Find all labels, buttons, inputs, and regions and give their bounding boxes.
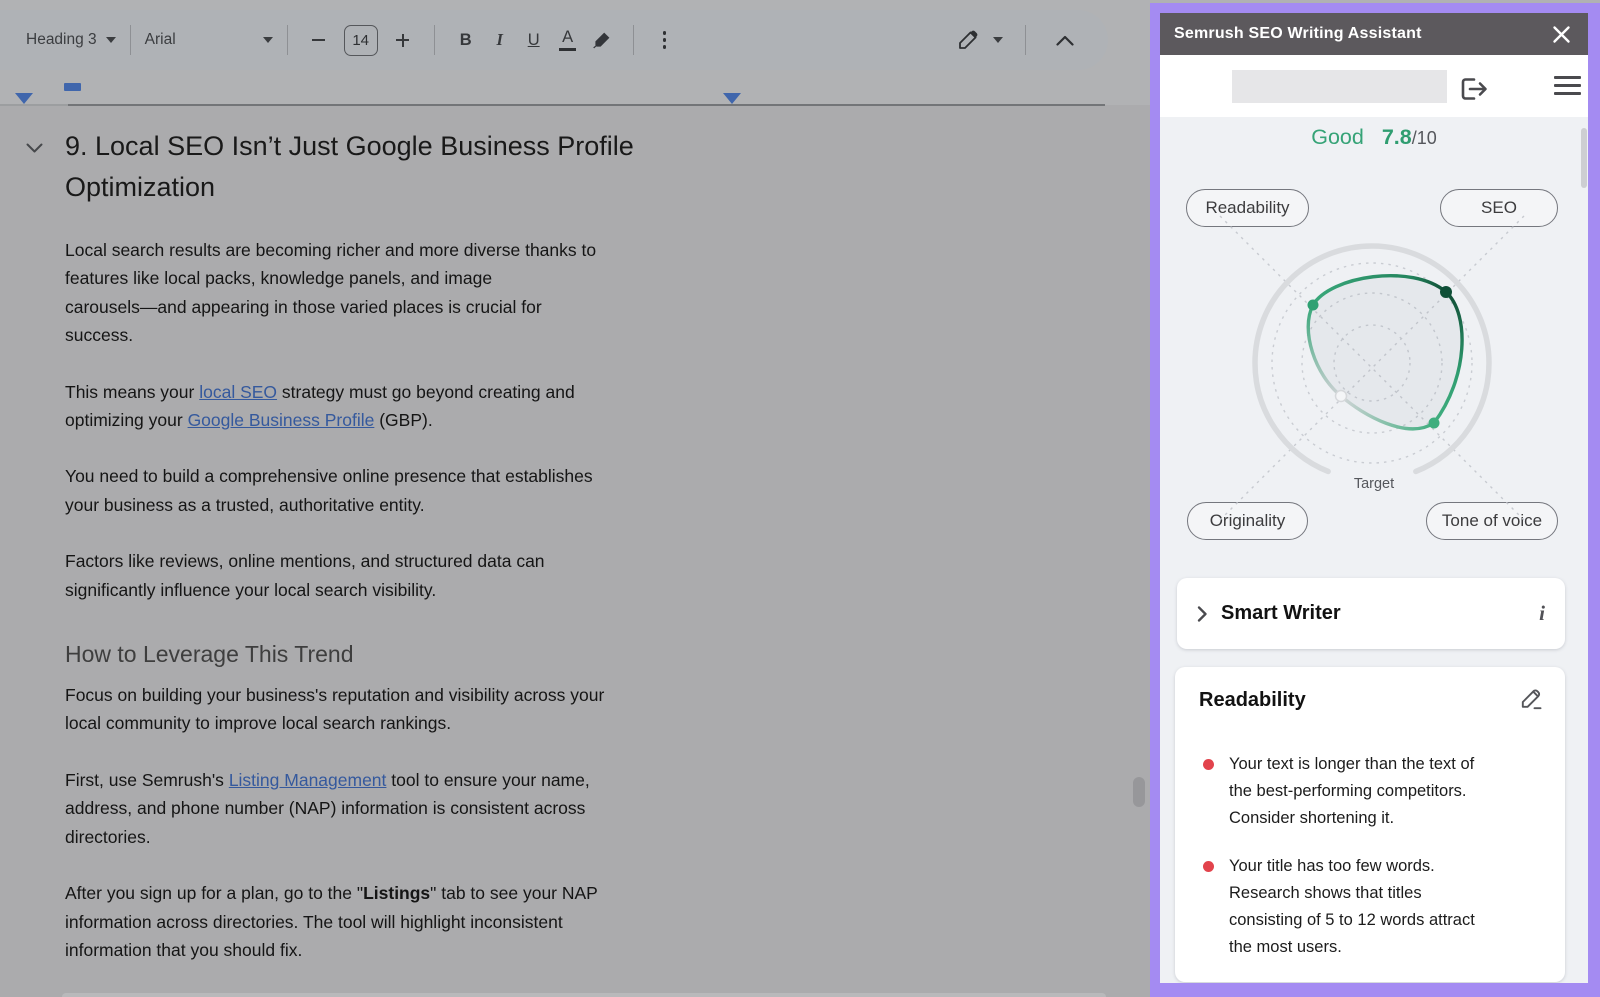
doc-paragraph: Local search results are becoming richer… xyxy=(65,236,755,350)
originality-dot xyxy=(1336,391,1347,402)
menu-button[interactable] xyxy=(1554,76,1581,95)
docs-toolbar: Heading 3 Arial 14 B I U A xyxy=(0,10,1108,70)
kebab-menu-icon xyxy=(648,31,682,49)
highlight-button[interactable] xyxy=(585,23,619,57)
readability-card-title: Readability xyxy=(1199,689,1306,712)
document-scrollbar[interactable] xyxy=(1133,777,1145,807)
chevron-down-icon xyxy=(26,143,43,154)
plus-icon xyxy=(396,34,409,47)
right-indent-marker[interactable] xyxy=(723,93,741,104)
document-title-redacted xyxy=(1232,70,1447,103)
close-button[interactable] xyxy=(1548,21,1574,47)
toolbar-divider xyxy=(287,25,288,55)
panel-toolrow xyxy=(1160,55,1588,117)
doc-paragraph: Factors like reviews, online mentions, a… xyxy=(65,547,755,604)
pencil-icon xyxy=(1519,687,1543,711)
score-label: Good xyxy=(1311,125,1364,149)
google-business-profile-link[interactable]: Google Business Profile xyxy=(188,410,375,430)
document-text[interactable]: 9. Local SEO Isn’t Just Google Business … xyxy=(65,118,755,964)
italic-button[interactable]: I xyxy=(483,23,517,57)
chevron-down-icon xyxy=(106,37,116,43)
chevron-down-icon xyxy=(993,37,1003,43)
hamburger-icon xyxy=(1554,76,1581,79)
tone-of-voice-dot xyxy=(1429,418,1440,429)
chevron-up-icon xyxy=(1056,35,1074,46)
hide-menus-button[interactable] xyxy=(1048,23,1082,57)
heading-collapse-control[interactable] xyxy=(26,141,43,159)
paragraph-style-value: Heading 3 xyxy=(26,31,97,49)
doc-paragraph: Focus on building your business's reputa… xyxy=(65,681,755,738)
panel-scrollbar[interactable] xyxy=(1581,128,1587,188)
ruler-line xyxy=(68,104,1105,106)
text-color-icon: A xyxy=(559,29,576,51)
ruler-line xyxy=(0,104,68,106)
overall-score: Good 7.8/10 xyxy=(1160,125,1588,150)
pen-icon xyxy=(957,29,979,51)
listing-management-link[interactable]: Listing Management xyxy=(229,770,387,790)
panel-title: Semrush SEO Writing Assistant xyxy=(1174,25,1422,43)
font-value: Arial xyxy=(145,31,176,49)
export-button[interactable] xyxy=(1460,77,1490,99)
local-seo-link[interactable]: local SEO xyxy=(199,382,277,402)
paragraph-style-selector[interactable]: Heading 3 xyxy=(26,31,116,49)
semrush-panel: Semrush SEO Writing Assistant xyxy=(1160,13,1588,983)
panel-body: Good 7.8/10 Readability SEO Originality … xyxy=(1160,117,1588,983)
export-icon xyxy=(1460,77,1490,101)
doc-paragraph: First, use Semrush's Listing Management … xyxy=(65,766,755,851)
doc-paragraph: You need to build a comprehensive online… xyxy=(65,462,755,519)
chevron-right-icon xyxy=(1197,606,1207,622)
readability-dot xyxy=(1308,300,1319,311)
score-wheel-chart: Target xyxy=(1212,208,1532,528)
doc-paragraph: This means your local SEO strategy must … xyxy=(65,378,755,435)
font-size-increase-button[interactable] xyxy=(386,23,420,57)
toolbar-divider xyxy=(434,25,435,55)
close-icon xyxy=(1552,25,1571,44)
doc-paragraph: After you sign up for a plan, go to the … xyxy=(65,879,755,964)
score-denominator: /10 xyxy=(1412,128,1437,148)
underline-button[interactable]: U xyxy=(517,23,551,57)
highlighter-icon xyxy=(592,30,612,50)
info-icon[interactable]: i xyxy=(1539,601,1545,626)
semrush-panel-highlight-border: Semrush SEO Writing Assistant xyxy=(1150,3,1600,997)
bold-button[interactable]: B xyxy=(449,23,483,57)
readability-card: Readability Your text is longer than the… xyxy=(1175,667,1565,982)
docs-editor: Heading 3 Arial 14 B I U A xyxy=(0,0,1150,997)
editing-mode-selector[interactable] xyxy=(957,29,1003,51)
score-value: 7.8 xyxy=(1382,125,1412,149)
font-size-decrease-button[interactable] xyxy=(302,23,336,57)
font-size-input[interactable]: 14 xyxy=(344,25,378,56)
left-indent-marker[interactable] xyxy=(15,93,33,104)
target-label: Target xyxy=(1354,476,1394,492)
issue-dot-icon xyxy=(1203,759,1214,770)
smart-writer-label: Smart Writer xyxy=(1221,602,1341,625)
seo-dot xyxy=(1440,286,1452,298)
font-selector[interactable]: Arial xyxy=(145,31,273,49)
readability-issue: Your text is longer than the text of the… xyxy=(1203,751,1529,832)
panel-header: Semrush SEO Writing Assistant xyxy=(1160,13,1588,55)
more-options-button[interactable] xyxy=(648,23,682,57)
next-element-edge xyxy=(62,993,1106,997)
toolbar-divider xyxy=(1025,25,1026,55)
minus-icon xyxy=(312,39,325,41)
toolbar-divider xyxy=(130,25,131,55)
toolbar-divider xyxy=(633,25,634,55)
readability-issue: Your title has too few words. Research s… xyxy=(1203,853,1529,961)
first-line-indent-marker[interactable] xyxy=(64,83,81,91)
app-root: Heading 3 Arial 14 B I U A xyxy=(0,0,1600,997)
score-blob-fill xyxy=(1308,276,1462,429)
doc-subheading: How to Leverage This Trend xyxy=(65,639,755,669)
issue-dot-icon xyxy=(1203,861,1214,872)
edit-button[interactable] xyxy=(1519,687,1543,716)
chevron-down-icon xyxy=(263,37,273,43)
text-color-button[interactable]: A xyxy=(551,23,585,57)
smart-writer-card[interactable]: Smart Writer i xyxy=(1177,578,1565,649)
doc-heading: 9. Local SEO Isn’t Just Google Business … xyxy=(65,126,755,208)
